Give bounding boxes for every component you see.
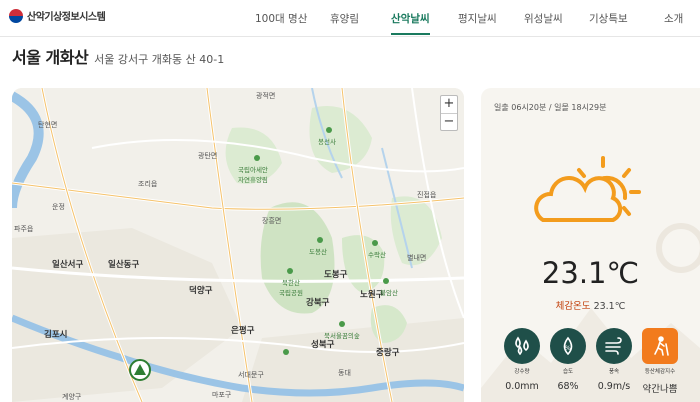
nav-weather-warnings[interactable]: 기상특보 xyxy=(589,11,628,26)
map-label-gwangjeok: 광적면 xyxy=(256,92,276,100)
feels-like-row: 체감온도 23.1℃ xyxy=(481,298,700,312)
stat-precipitation-label: 강수량 xyxy=(514,369,530,375)
weather-panel: 일출 06시20분 / 일몰 18시29분 23.1℃ 체감온도 23.1℃ 강… xyxy=(481,88,700,402)
raindrops-icon xyxy=(504,328,540,364)
map-label-jinjeop: 진접읍 xyxy=(417,191,437,199)
nav-100-mountains[interactable]: 100대 명산 xyxy=(255,11,307,26)
weather-stats: 강수량 0.0mm % 습도 68% 풍속 0.9m/s 등산체감지수 약간나쁨 xyxy=(501,328,681,395)
map-park-bongseonsa: 봉선사 xyxy=(318,138,336,146)
stat-humidity-value: 68% xyxy=(557,381,579,392)
map-label-gyeyang: 계양구 xyxy=(62,393,82,401)
wind-icon xyxy=(596,328,632,364)
stat-wind: 풍속 0.9m/s xyxy=(593,328,635,395)
humidity-drop-icon: % xyxy=(550,328,586,364)
map-view[interactable]: 김포시 일산동구 일산서구 덕양구 은평구 도봉구 노원구 강북구 성북구 중랑… xyxy=(12,88,464,402)
map-label-byeolnae: 별내면 xyxy=(407,254,427,262)
stat-humidity: % 습도 68% xyxy=(547,328,589,395)
stat-hiking-index: 등산체감지수 약간나쁨 xyxy=(639,328,681,395)
nav-forest-resort[interactable]: 휴양림 xyxy=(330,11,359,26)
map-label-mapo: 마포구 xyxy=(212,391,232,399)
mountain-title-row: 서울 개화산 서울 강서구 개화동 산 40-1 xyxy=(12,44,224,68)
map-park-bukseoul: 북서울꿈의숲 xyxy=(324,332,360,340)
nav-satellite-weather[interactable]: 위성날씨 xyxy=(524,11,563,26)
feels-like-label: 체감온도 xyxy=(555,301,591,312)
map-label-deogyang: 덕양구 xyxy=(189,286,213,296)
map-label-paju: 파주읍 xyxy=(14,225,34,233)
map-label-unjeong: 운정 xyxy=(52,203,65,211)
map-park-forest-resort: 국립아세안 자연휴양림 xyxy=(238,166,268,184)
nav-plain-weather[interactable]: 평지날씨 xyxy=(458,11,497,26)
map-label-gimpo: 김포시 xyxy=(44,330,68,340)
nav-about[interactable]: 소개 xyxy=(664,11,683,26)
main-nav: 100대 명산 휴양림 산악날씨 평지날씨 위성날씨 기상특보 소개 xyxy=(0,0,700,37)
mountain-location-marker[interactable] xyxy=(129,359,151,381)
zoom-in-button[interactable]: + xyxy=(441,96,457,113)
stat-precipitation: 강수량 0.0mm xyxy=(501,328,543,395)
stat-wind-value: 0.9m/s xyxy=(597,381,631,392)
site-header: 산악기상정보시스템 100대 명산 휴양림 산악날씨 평지날씨 위성날씨 기상특… xyxy=(0,0,700,37)
stat-humidity-label: 습도 xyxy=(562,369,574,375)
map-label-ilsan-dong: 일산동구 xyxy=(108,260,140,270)
map-zoom-control: + − xyxy=(440,95,458,131)
map-label-ilsan-seo: 일산서구 xyxy=(52,260,84,270)
stat-hiking-label: 등산체감지수 xyxy=(644,369,676,375)
mountain-address: 서울 강서구 개화동 산 40-1 xyxy=(94,53,225,66)
map-label-jori: 조리읍 xyxy=(138,180,158,188)
map-park-bulamsan: 불암산 xyxy=(380,289,398,297)
map-label-tanhyeon: 탄현면 xyxy=(38,121,58,129)
map-label-jungnang: 중랑구 xyxy=(376,348,400,358)
map-label-dobong: 도봉구 xyxy=(324,270,348,280)
stat-wind-label: 풍속 xyxy=(608,369,620,375)
zoom-out-button[interactable]: − xyxy=(441,113,457,130)
map-label-dongdaemun: 동대 xyxy=(338,369,351,377)
map-label-seodaemun: 서대문구 xyxy=(238,371,264,379)
map-label-gangbuk: 강북구 xyxy=(306,298,330,308)
stat-precipitation-value: 0.0mm xyxy=(505,381,539,392)
feels-like-value: 23.1℃ xyxy=(593,301,626,312)
mountain-name: 서울 개화산 xyxy=(12,48,89,67)
current-temperature: 23.1℃ xyxy=(541,256,640,290)
nav-mountain-weather[interactable]: 산악날씨 xyxy=(391,11,430,35)
map-label-gwangtan: 광탄면 xyxy=(198,152,218,160)
hiker-icon xyxy=(642,328,678,364)
map-park-dobongsan: 도봉산 xyxy=(309,248,327,256)
map-label-jangheung: 장흥면 xyxy=(262,217,282,225)
svg-text:%: % xyxy=(565,345,571,352)
map-park-bukhansan: 북한산 국립공원 xyxy=(279,279,303,297)
map-park-suraksan: 수락산 xyxy=(368,251,386,259)
sunrise-sunset: 일출 06시20분 / 일몰 18시29분 xyxy=(494,103,607,112)
stat-hiking-value: 약간나쁨 xyxy=(642,384,678,395)
map-label-eunpyeong: 은평구 xyxy=(231,326,255,336)
partly-cloudy-sun-icon xyxy=(534,156,641,222)
